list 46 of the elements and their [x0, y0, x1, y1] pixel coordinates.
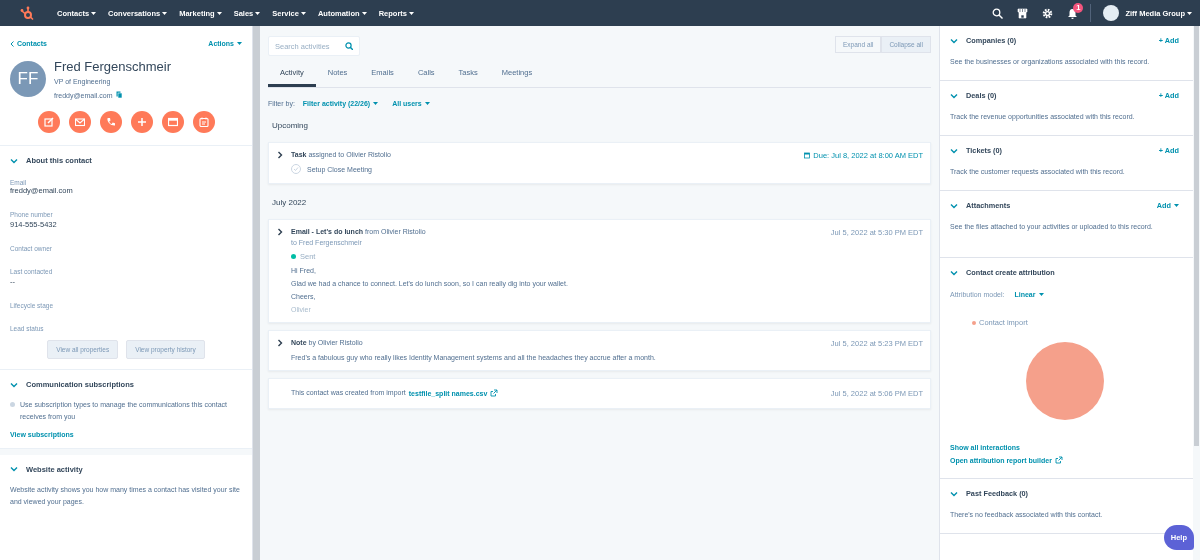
- caret-icon: [300, 11, 306, 15]
- search-icon: [345, 42, 353, 50]
- scrollbar[interactable]: [1194, 26, 1199, 446]
- scrollbar[interactable]: [253, 26, 260, 560]
- call-button[interactable]: [99, 111, 122, 133]
- avatar-icon[interactable]: [1103, 5, 1120, 21]
- caret-icon: [424, 102, 430, 105]
- log-button[interactable]: [161, 111, 184, 133]
- group-heading: Upcoming: [272, 121, 309, 130]
- envelope-icon: [74, 117, 85, 127]
- legend-dot: [972, 320, 976, 325]
- sprocket-logo-icon: [20, 5, 35, 21]
- caret-icon: [255, 11, 261, 15]
- copy-icon[interactable]: [116, 91, 124, 99]
- group-heading: July 2022: [272, 198, 308, 207]
- caret-icon: [361, 11, 367, 15]
- caret-icon: [91, 11, 97, 15]
- chevron-left-icon: [10, 40, 14, 47]
- email-button[interactable]: [68, 111, 91, 133]
- meeting-button[interactable]: [192, 111, 215, 133]
- note-button[interactable]: [37, 111, 60, 133]
- caret-icon: [216, 11, 222, 15]
- settings-icon[interactable]: [1042, 7, 1054, 19]
- search-icon[interactable]: [992, 7, 1004, 19]
- phone-icon: [105, 117, 116, 127]
- caret-icon: [1038, 293, 1044, 296]
- caret-icon: [162, 11, 168, 15]
- calendar-icon: [198, 117, 209, 127]
- plus-icon: [136, 117, 147, 127]
- status-dot: [291, 254, 296, 259]
- pencil-icon: [43, 117, 54, 127]
- calendar-icon: [804, 152, 811, 159]
- caret-icon: [373, 102, 379, 105]
- window-icon: [167, 117, 178, 127]
- external-link-icon: [490, 389, 499, 397]
- store-icon[interactable]: [1017, 7, 1029, 19]
- caret-icon: [1174, 204, 1179, 207]
- caret-icon: [408, 11, 414, 15]
- caret-icon: [237, 42, 242, 45]
- external-link-icon: [1054, 456, 1063, 464]
- info-dot-icon: [10, 402, 15, 407]
- contact-avatar: FF: [10, 61, 46, 97]
- add-button[interactable]: [130, 111, 153, 133]
- checkbox-circle-icon[interactable]: [291, 164, 301, 174]
- caret-icon: [1187, 11, 1192, 15]
- contact-name: Fred Fergenschmeir: [54, 59, 172, 74]
